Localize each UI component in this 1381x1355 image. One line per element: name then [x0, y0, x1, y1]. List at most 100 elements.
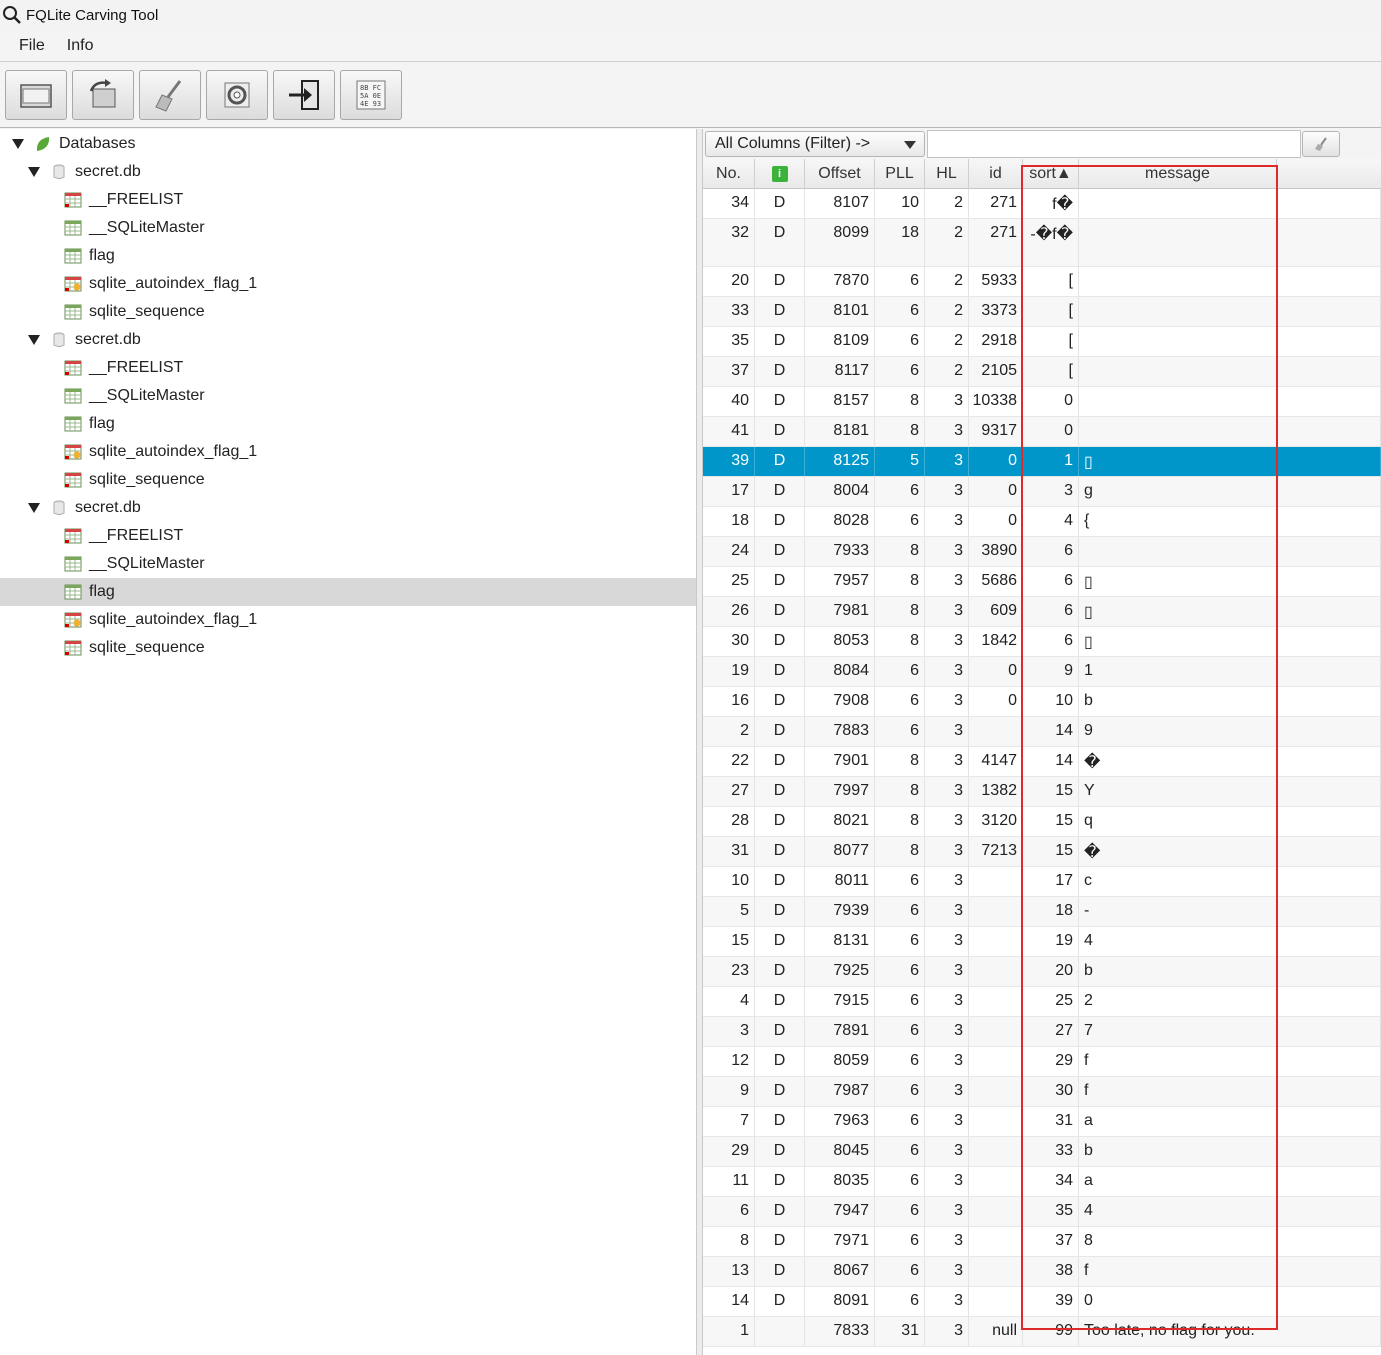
table-row[interactable]: 40 D 8157 8 3 10338 0 — [703, 387, 1381, 417]
tree-table-sqlitemaster[interactable]: __SQLiteMaster — [0, 214, 696, 242]
table-row[interactable]: 20 D 7870 6 2 5933[ — [703, 267, 1381, 297]
table-row[interactable]: 9 D 7987 6 3 30 f — [703, 1077, 1381, 1107]
tree-table-sqlite-sequence[interactable]: sqlite_sequence — [0, 634, 696, 662]
expand-arrow-icon[interactable] — [12, 139, 24, 149]
table-row[interactable]: 7 D 7963 6 3 31 a — [703, 1107, 1381, 1137]
tree-table-flag[interactable]: flag — [0, 578, 696, 606]
column-header-offset[interactable]: Offset — [805, 159, 875, 189]
tree-table-sqlite-autoindex-flag-1[interactable]: sqlite_autoindex_flag_1 — [0, 606, 696, 634]
tree-database-secret-db[interactable]: secret.db — [0, 494, 696, 522]
table-row[interactable]: 14 D 8091 6 3 39 0 — [703, 1287, 1381, 1317]
cell-sort: 31 — [1023, 1107, 1079, 1136]
table-row[interactable]: 1 7833 31 3 null 99 Too late, no flag for you. — [703, 1317, 1381, 1347]
table-row[interactable]: 12 D 8059 6 3 29 f — [703, 1047, 1381, 1077]
table-row[interactable]: 27 D 7997 8 3 1382 15 Y — [703, 777, 1381, 807]
table-row[interactable]: 23 D 7925 6 3 20 b — [703, 957, 1381, 987]
tree-table-freelist[interactable]: __FREELIST — [0, 354, 696, 382]
tree-table-flag[interactable]: flag — [0, 410, 696, 438]
index-table-icon — [64, 276, 82, 292]
expand-arrow-icon[interactable] — [28, 503, 40, 513]
cell-message: c — [1079, 867, 1381, 896]
table-row[interactable]: 32 D 8099 18 2 271 -�f� — [703, 219, 1381, 267]
cell-sort: 0 — [1023, 387, 1079, 416]
filter-column-select[interactable]: All Columns (Filter) -> — [705, 131, 925, 157]
tree-table-sqlitemaster[interactable]: __SQLiteMaster — [0, 550, 696, 578]
cell-sort: 15 — [1023, 777, 1079, 806]
cell-message: 7 — [1079, 1017, 1381, 1046]
tree-database-secret-db[interactable]: secret.db — [0, 158, 696, 186]
tree-root-databases[interactable]: Databases — [0, 130, 696, 158]
hex-view-button[interactable]: 8B FC 5A 0E 4E 93 — [340, 69, 402, 120]
cell-no: 32 — [703, 219, 755, 266]
table-row[interactable]: 30 D 8053 8 3 1842 6 ▯ — [703, 627, 1381, 657]
table-row[interactable]: 25 D 7957 8 3 5686 6 ▯ — [703, 567, 1381, 597]
cell-hl: 3 — [925, 1257, 969, 1286]
table-row[interactable]: 15 D 8131 6 3 19 4 — [703, 927, 1381, 957]
open-database-button[interactable] — [5, 69, 67, 120]
cell-status: D — [755, 1107, 805, 1136]
table-row[interactable]: 16 D 7908 6 3 0 10 b — [703, 687, 1381, 717]
tree-database-secret-db[interactable]: secret.db — [0, 326, 696, 354]
cell-message: b — [1079, 1137, 1381, 1166]
column-header-status[interactable]: i — [755, 159, 805, 189]
tree-table-flag[interactable]: flag — [0, 242, 696, 270]
expand-arrow-icon[interactable] — [28, 167, 40, 177]
table-row[interactable]: 33 D 8101 6 2 3373[ — [703, 297, 1381, 327]
table-row[interactable]: 26 D 7981 8 3 609 6 ▯ — [703, 597, 1381, 627]
help-button[interactable] — [206, 69, 268, 120]
table-row[interactable]: 28 D 8021 8 3 3120 15 q — [703, 807, 1381, 837]
column-header-pll[interactable]: PLL — [875, 159, 925, 189]
table-row[interactable]: 3 D 7891 6 3 27 7 — [703, 1017, 1381, 1047]
table-row[interactable]: 17 D 8004 6 3 0 3 g — [703, 477, 1381, 507]
table-row[interactable]: 13 D 8067 6 3 38 f — [703, 1257, 1381, 1287]
exit-button[interactable] — [273, 69, 335, 120]
cell-id — [969, 867, 1023, 896]
table-row[interactable]: 19 D 8084 6 3 0 9 1 — [703, 657, 1381, 687]
tree-table-freelist[interactable]: __FREELIST — [0, 522, 696, 550]
clear-filter-button[interactable] — [1302, 131, 1340, 157]
cell-status: D — [755, 189, 805, 218]
cell-status — [755, 1317, 805, 1346]
table-row[interactable]: 8 D 7971 6 3 37 8 — [703, 1227, 1381, 1257]
tree-table-sqlite-autoindex-flag-1[interactable]: sqlite_autoindex_flag_1 — [0, 270, 696, 298]
table-row[interactable]: 41 D 8181 8 3 9317 0 — [703, 417, 1381, 447]
table-row[interactable]: 34 D 8107 10 2 271 f� — [703, 189, 1381, 219]
menu-info[interactable]: Info — [56, 33, 105, 59]
table-row[interactable]: 22 D 7901 8 3 4147 14 � — [703, 747, 1381, 777]
reload-button[interactable] — [72, 69, 134, 120]
cell-sort: 35 — [1023, 1197, 1079, 1226]
cell-sort: 10 — [1023, 687, 1079, 716]
column-header-sort[interactable]: sort▲ — [1023, 159, 1079, 189]
table-row[interactable]: 31 D 8077 8 3 7213 15 � — [703, 837, 1381, 867]
cell-pll: 6 — [875, 1197, 925, 1226]
column-header-id[interactable]: id — [969, 159, 1023, 189]
table-row[interactable]: 11 D 8035 6 3 34 a — [703, 1167, 1381, 1197]
tree-table-sqlite-autoindex-flag-1[interactable]: sqlite_autoindex_flag_1 — [0, 438, 696, 466]
menu-file[interactable]: File — [8, 33, 56, 59]
column-header-no[interactable]: No. — [703, 159, 755, 189]
cell-no: 40 — [703, 387, 755, 416]
cell-pll: 6 — [875, 297, 925, 326]
filter-input[interactable] — [927, 130, 1301, 158]
table-row[interactable]: 18 D 8028 6 3 0 4{ — [703, 507, 1381, 537]
table-row[interactable]: 4 D 7915 6 3 25 2 — [703, 987, 1381, 1017]
tree-table-sqlite-sequence[interactable]: sqlite_sequence — [0, 298, 696, 326]
table-row[interactable]: 6 D 7947 6 3 35 4 — [703, 1197, 1381, 1227]
table-row[interactable]: 24 D 7933 8 3 3890 6 — [703, 537, 1381, 567]
table-row[interactable]: 35 D 8109 6 2 2918[ — [703, 327, 1381, 357]
cell-hl: 2 — [925, 189, 969, 218]
table-row[interactable]: 10 D 8011 6 3 17 c — [703, 867, 1381, 897]
tree-table-freelist[interactable]: __FREELIST — [0, 186, 696, 214]
table-row[interactable]: 2 D 7883 6 3 14 9 — [703, 717, 1381, 747]
tree-table-sqlitemaster[interactable]: __SQLiteMaster — [0, 382, 696, 410]
table-row[interactable]: 5 D 7939 6 3 18- — [703, 897, 1381, 927]
table-row[interactable]: 29 D 8045 6 3 33 b — [703, 1137, 1381, 1167]
table-row[interactable]: 37 D 8117 6 2 2105[ — [703, 357, 1381, 387]
column-header-hl[interactable]: HL — [925, 159, 969, 189]
clean-button[interactable] — [139, 69, 201, 120]
table-row[interactable]: 39 D 8125 5 3 0 1 ▯ — [703, 447, 1381, 477]
column-header-message[interactable]: message — [1079, 159, 1277, 189]
cell-id: 4147 — [969, 747, 1023, 776]
expand-arrow-icon[interactable] — [28, 335, 40, 345]
tree-table-sqlite-sequence[interactable]: sqlite_sequence — [0, 466, 696, 494]
